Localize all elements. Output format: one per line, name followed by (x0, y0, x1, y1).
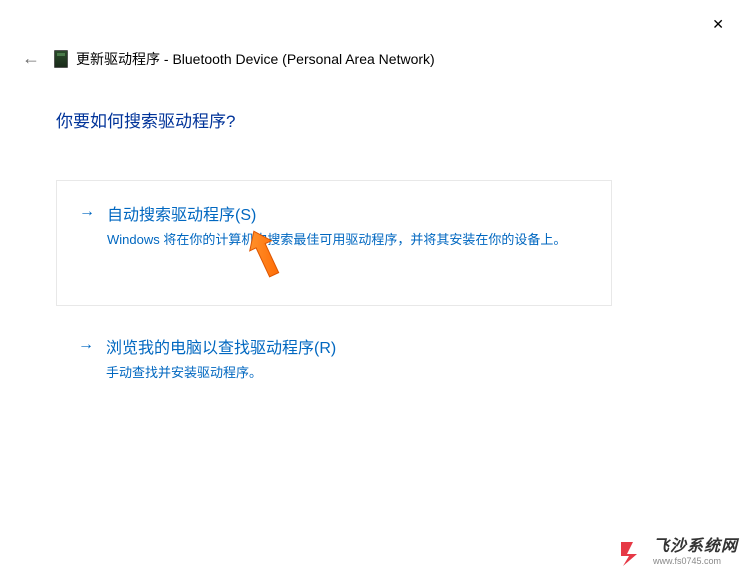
dialog-header: ← 更新驱动程序 - Bluetooth Device (Personal Ar… (0, 0, 746, 69)
back-arrow-icon[interactable]: ← (22, 48, 46, 69)
question-heading: 你要如何搜索驱动程序? (56, 107, 690, 132)
option-auto-title: 自动搜索驱动程序(S) (107, 201, 589, 225)
option-auto-desc: Windows 将在你的计算机中搜索最佳可用驱动程序，并将其安装在你的设备上。 (107, 231, 589, 249)
watermark-text: 飞沙系统网 www.fs0745.com (653, 539, 738, 566)
option-row: → 自动搜索驱动程序(S) Windows 将在你的计算机中搜索最佳可用驱动程序… (79, 201, 589, 249)
close-icon: ✕ (712, 16, 724, 32)
watermark: 飞沙系统网 www.fs0745.com (619, 539, 738, 566)
option-text: 自动搜索驱动程序(S) Windows 将在你的计算机中搜索最佳可用驱动程序，并… (107, 201, 589, 249)
watermark-url: www.fs0745.com (653, 557, 738, 566)
option-text: 浏览我的电脑以查找驱动程序(R) 手动查找并安装驱动程序。 (106, 334, 590, 382)
arrow-right-icon: → (78, 336, 94, 354)
close-button[interactable]: ✕ (708, 12, 728, 37)
option-auto-search[interactable]: → 自动搜索驱动程序(S) Windows 将在你的计算机中搜索最佳可用驱动程序… (56, 180, 612, 306)
dialog-title: 更新驱动程序 - Bluetooth Device (Personal Area… (76, 49, 435, 69)
watermark-title: 飞沙系统网 (653, 539, 738, 555)
watermark-logo-icon (619, 540, 645, 566)
device-icon (54, 50, 68, 68)
option-browse-title: 浏览我的电脑以查找驱动程序(R) (106, 334, 590, 358)
arrow-right-icon: → (79, 203, 95, 221)
option-browse-computer[interactable]: → 浏览我的电脑以查找驱动程序(R) 手动查找并安装驱动程序。 (56, 334, 612, 382)
dialog-content: 你要如何搜索驱动程序? → 自动搜索驱动程序(S) Windows 将在你的计算… (0, 69, 746, 382)
option-browse-desc: 手动查找并安装驱动程序。 (106, 364, 590, 382)
